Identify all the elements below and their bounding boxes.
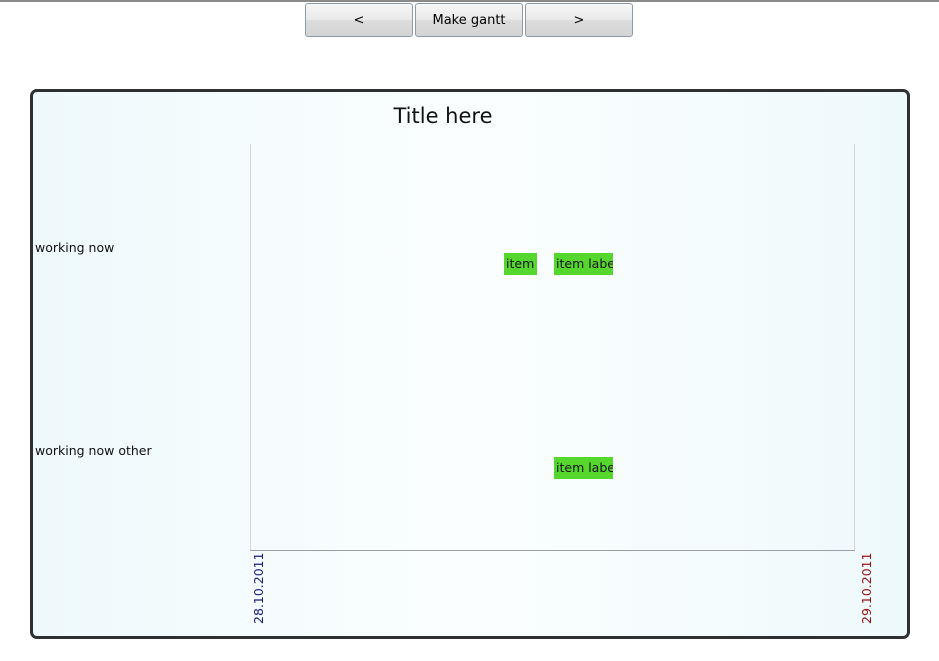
toolbar: < Make gantt > [305, 3, 633, 37]
row-label-working-now: working now [35, 240, 115, 255]
gantt-bar-row1-item1[interactable]: item [504, 253, 537, 275]
window-top-border [0, 0, 939, 2]
x-axis-start-date: 28.10.2011 [251, 552, 266, 624]
previous-button[interactable]: < [305, 3, 413, 37]
plot-right-border [854, 144, 855, 551]
make-gantt-button[interactable]: Make gantt [415, 3, 523, 37]
x-axis-end-date: 29.10.2011 [859, 552, 874, 624]
chart-title: Title here [393, 104, 493, 128]
gantt-bar-row1-item2[interactable]: item labe [554, 253, 613, 275]
x-axis-line [250, 550, 855, 551]
gantt-chart-panel: Title here working now working now other… [30, 89, 910, 639]
gantt-bar-row2-item1[interactable]: item labe [554, 457, 613, 479]
next-button[interactable]: > [525, 3, 633, 37]
plot-left-border [250, 144, 251, 551]
row-label-working-now-other: working now other [35, 443, 152, 458]
plot-area: item item labe item labe [250, 144, 855, 551]
